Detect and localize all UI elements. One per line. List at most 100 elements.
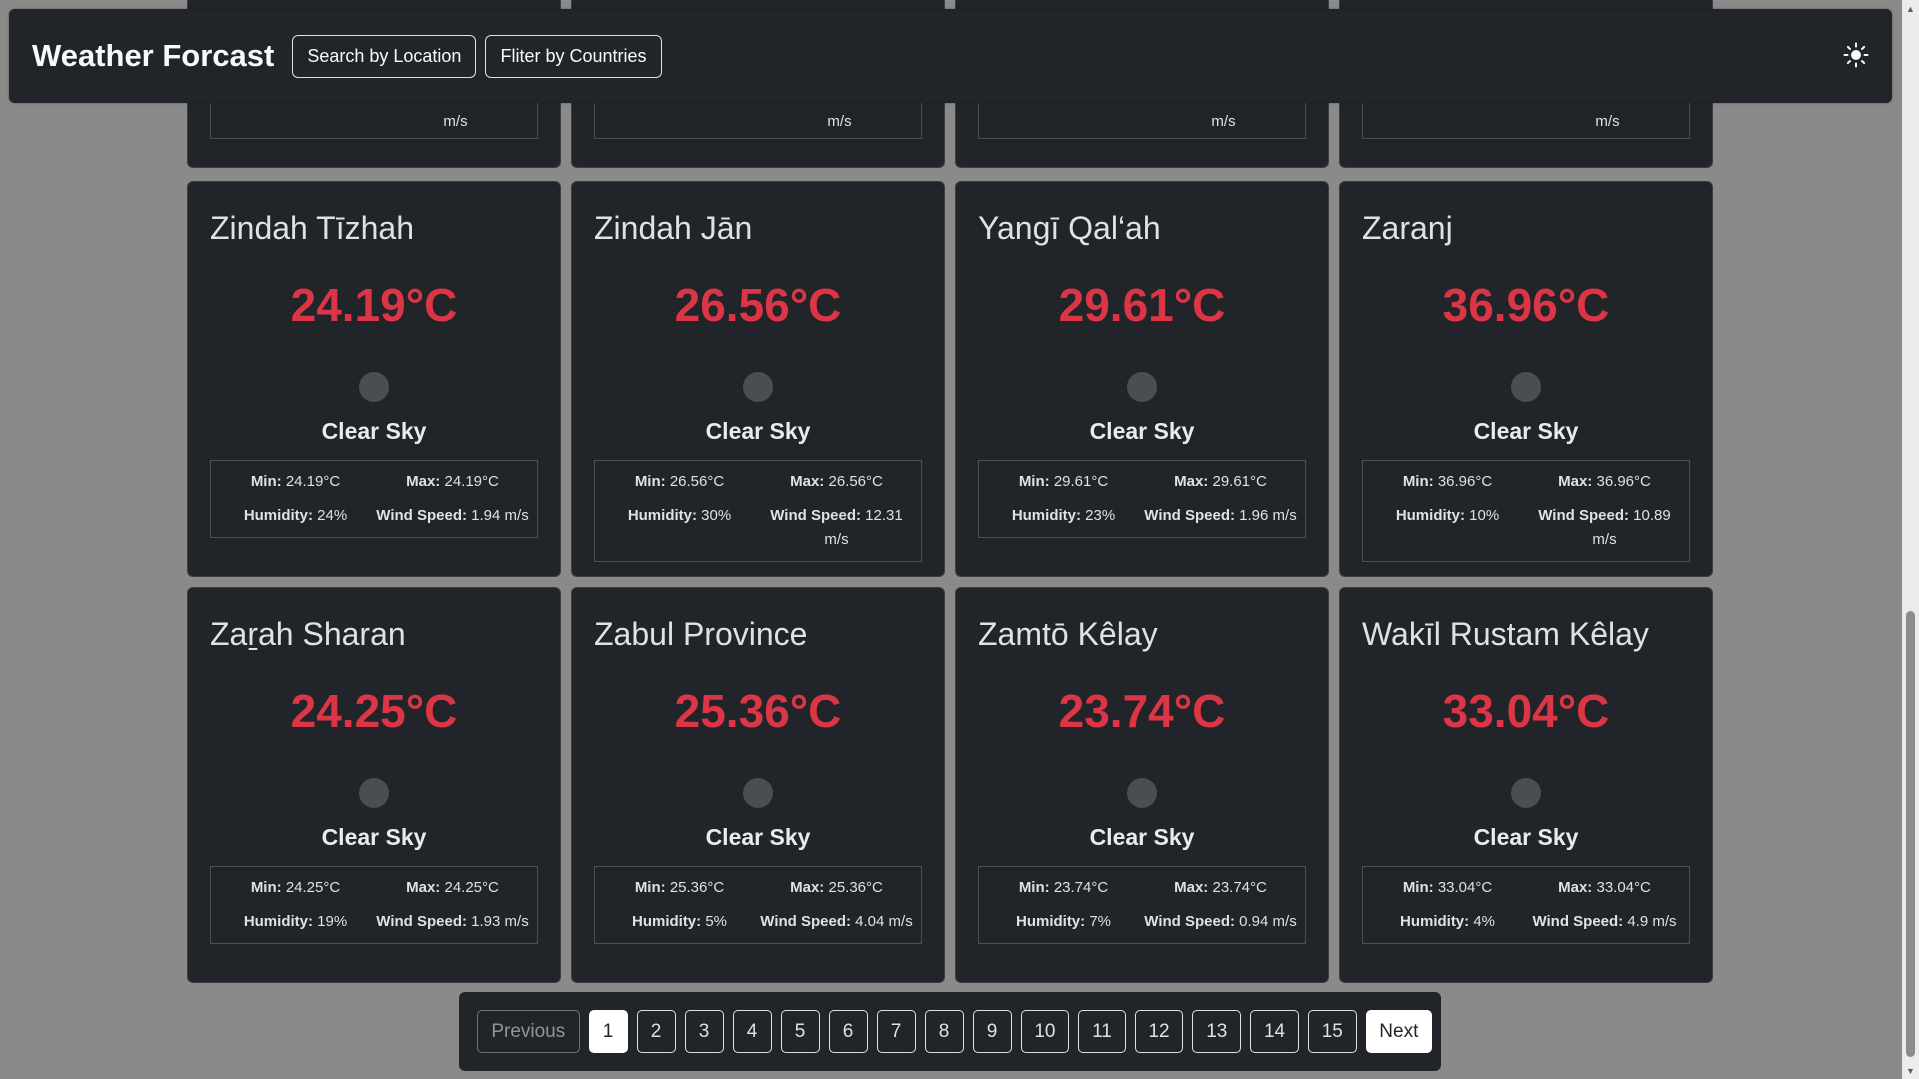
- weather-icon: [359, 778, 389, 808]
- weather-description: Clear Sky: [1473, 824, 1579, 850]
- scrollbar-thumb[interactable]: [1906, 611, 1915, 1057]
- page-11-button[interactable]: 11: [1078, 1010, 1126, 1053]
- temperature: 33.04°C: [1442, 685, 1610, 737]
- humidity: Humidity: 4%: [1399, 913, 1496, 930]
- temperature: 36.96°C: [1442, 279, 1610, 331]
- humidity: Humidity: 23%: [1011, 507, 1116, 524]
- page-1-button[interactable]: 1: [588, 1010, 628, 1053]
- city-name: Zindah Jān: [594, 210, 753, 246]
- weather-icon: [1127, 778, 1157, 808]
- page-3-button[interactable]: 3: [684, 1010, 724, 1053]
- page-9-button[interactable]: 9: [972, 1010, 1012, 1053]
- wind-speed: Wind Speed: 4.04 m/s: [760, 913, 913, 930]
- temperature: 25.36°C: [674, 685, 842, 737]
- min-temp: Min: 24.25°C: [250, 879, 341, 896]
- weather-description: Clear Sky: [321, 824, 427, 850]
- scroll-down-arrow-icon[interactable]: ▼: [1902, 1062, 1919, 1079]
- city-name: Zaṟah Sharan: [210, 616, 406, 652]
- wind-speed: Wind Speed: 1.96 m/s: [1144, 507, 1297, 524]
- page-13-button[interactable]: 13: [1192, 1010, 1242, 1053]
- city-name: Zabul Province: [594, 616, 808, 652]
- stats-box: Min: 23.74°C Max: 23.74°C Humidity: 7% W…: [978, 866, 1306, 944]
- weather-card: Wakīl Rustam Kêlay 33.04°C Clear Sky Min…: [1339, 587, 1713, 983]
- wind-speed: Wind Speed: 4.9 m/s: [1532, 913, 1677, 930]
- weather-card: Zaṟah Sharan 24.25°C Clear Sky Min: 24.2…: [187, 587, 561, 983]
- city-name: Wakīl Rustam Kêlay: [1362, 616, 1649, 652]
- page-6-button[interactable]: 6: [828, 1010, 868, 1053]
- temperature: 26.56°C: [674, 279, 842, 331]
- pagination: Previous 1 2 3 4 5 6 7 8 9 10 11 12 13 1…: [459, 992, 1441, 1071]
- stats-box: Min: 24.19°C Max: 24.19°C Humidity: 24% …: [210, 460, 538, 538]
- page-5-button[interactable]: 5: [780, 1010, 820, 1053]
- app-title: Weather Forcast: [32, 38, 275, 73]
- wind-speed: Wind Speed: 0.94 m/s: [1144, 913, 1297, 930]
- wind-unit: m/s: [1211, 113, 1236, 130]
- next-page-button[interactable]: Next: [1365, 1010, 1432, 1053]
- weather-card: Zamtō Kêlay 23.74°C Clear Sky Min: 23.74…: [955, 587, 1329, 983]
- weather-icon: [743, 372, 773, 402]
- humidity: Humidity: 7%: [1015, 913, 1112, 930]
- city-name: Zamtō Kêlay: [978, 616, 1158, 652]
- page-4-button[interactable]: 4: [732, 1010, 772, 1053]
- humidity: Humidity: 19%: [243, 913, 348, 930]
- max-temp: Max: 29.61°C: [1174, 473, 1267, 490]
- page-14-button[interactable]: 14: [1250, 1010, 1299, 1053]
- temperature: 23.74°C: [1058, 685, 1226, 737]
- theme-toggle-button[interactable]: [1840, 39, 1872, 71]
- min-temp: Min: 36.96°C: [1402, 473, 1493, 490]
- page-15-button[interactable]: 15: [1307, 1010, 1357, 1053]
- weather-card: Yangī Qal‘ah 29.61°C Clear Sky Min: 29.6…: [955, 181, 1329, 577]
- max-temp: Max: 24.25°C: [406, 879, 499, 896]
- min-temp: Min: 23.74°C: [1018, 879, 1109, 896]
- max-temp: Max: 26.56°C: [790, 473, 883, 490]
- max-temp: Max: 25.36°C: [790, 879, 883, 896]
- min-temp: Min: 24.19°C: [250, 473, 341, 490]
- temperature: 24.19°C: [290, 279, 458, 331]
- weather-card: Zindah Jān 26.56°C Clear Sky Min: 26.56°…: [571, 181, 945, 577]
- search-by-location-button[interactable]: Search by Location: [292, 34, 477, 78]
- city-name: Zindah Tīzhah: [210, 210, 414, 246]
- scrollbar[interactable]: ▲ ▼: [1902, 0, 1919, 1079]
- sun-icon: [1843, 42, 1869, 68]
- weather-icon: [1127, 372, 1157, 402]
- min-temp: Min: 26.56°C: [634, 473, 725, 490]
- weather-icon: [743, 778, 773, 808]
- wind-speed: Wind Speed: 10.89 m/s: [1538, 507, 1671, 548]
- weather-description: Clear Sky: [705, 824, 811, 850]
- city-name: Yangī Qal‘ah: [978, 210, 1161, 246]
- navbar: Weather Forcast Search by Location Flite…: [9, 9, 1892, 103]
- weather-card: Zindah Tīzhah 24.19°C Clear Sky Min: 24.…: [187, 181, 561, 577]
- weather-card: Zabul Province 25.36°C Clear Sky Min: 25…: [571, 587, 945, 983]
- page-2-button[interactable]: 2: [636, 1010, 676, 1053]
- scroll-up-arrow-icon[interactable]: ▲: [1902, 0, 1919, 17]
- weather-description: Clear Sky: [321, 418, 427, 444]
- page-7-button[interactable]: 7: [876, 1010, 916, 1053]
- page-8-button[interactable]: 8: [924, 1010, 964, 1053]
- wind-speed: Wind Speed: 1.94 m/s: [376, 507, 529, 524]
- max-temp: Max: 24.19°C: [406, 473, 499, 490]
- weather-card: Zaranj 36.96°C Clear Sky Min: 36.96°C Ma…: [1339, 181, 1713, 577]
- weather-description: Clear Sky: [1089, 418, 1195, 444]
- page-10-button[interactable]: 10: [1020, 1010, 1070, 1053]
- page-12-button[interactable]: 12: [1134, 1010, 1184, 1053]
- min-temp: Min: 33.04°C: [1402, 879, 1493, 896]
- max-temp: Max: 36.96°C: [1558, 473, 1651, 490]
- stats-box: Min: 26.56°C Max: 26.56°C Humidity: 30% …: [594, 460, 922, 562]
- min-temp: Min: 25.36°C: [634, 879, 725, 896]
- wind-unit: m/s: [443, 113, 468, 130]
- max-temp: Max: 23.74°C: [1174, 879, 1267, 896]
- humidity: Humidity: 10%: [1395, 507, 1500, 524]
- humidity: Humidity: 30%: [627, 507, 732, 524]
- temperature: 29.61°C: [1058, 279, 1226, 331]
- weather-description: Clear Sky: [1089, 824, 1195, 850]
- humidity: Humidity: 5%: [631, 913, 728, 930]
- wind-speed: Wind Speed: 1.93 m/s: [376, 913, 529, 930]
- filter-by-countries-button[interactable]: Fliter by Countries: [485, 34, 662, 78]
- previous-page-button[interactable]: Previous: [477, 1010, 580, 1053]
- weather-icon: [1511, 778, 1541, 808]
- wind-unit: m/s: [1595, 113, 1620, 130]
- stats-box: Min: 36.96°C Max: 36.96°C Humidity: 10% …: [1362, 460, 1690, 562]
- weather-description: Clear Sky: [705, 418, 811, 444]
- city-name: Zaranj: [1362, 210, 1453, 246]
- humidity: Humidity: 24%: [243, 507, 348, 524]
